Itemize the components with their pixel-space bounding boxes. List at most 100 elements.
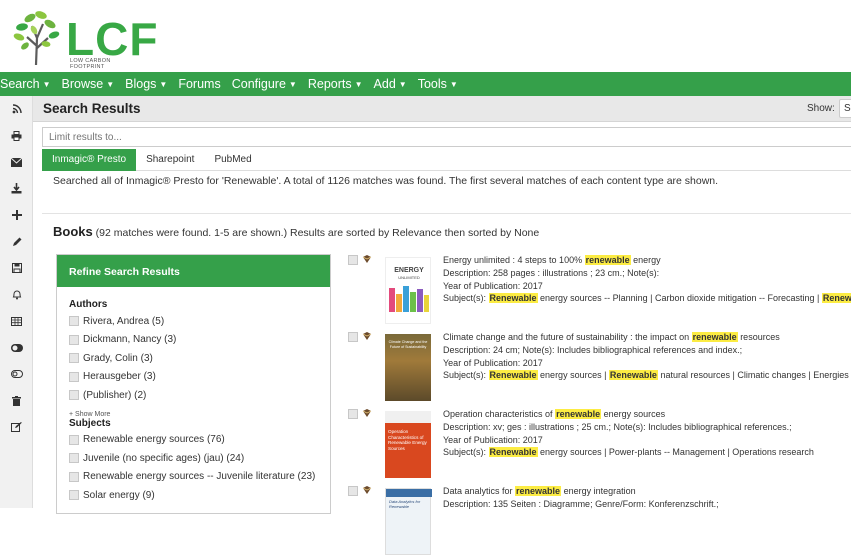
plus-icon[interactable] xyxy=(0,202,33,229)
checkbox[interactable] xyxy=(69,334,79,345)
nav-add[interactable]: Add ▼ xyxy=(374,77,407,91)
title-text: energy xyxy=(630,255,661,265)
subject-facet-item[interactable]: Solar energy (9) xyxy=(69,486,330,505)
title-text: Energy unlimited : 4 steps to 100% xyxy=(443,255,585,265)
print-icon[interactable] xyxy=(0,123,33,150)
save-icon[interactable] xyxy=(0,255,33,282)
result-year: Year of Publication: 2017 xyxy=(443,357,543,368)
title-text: resources xyxy=(737,332,780,342)
book-cover[interactable]: Operation Characteristics of Renewable E… xyxy=(385,411,431,478)
author-facet-item[interactable]: (Publisher) (2) xyxy=(69,386,330,405)
book-cover[interactable]: Climate Change and the Future of Sustain… xyxy=(385,334,431,401)
checkbox[interactable] xyxy=(69,371,79,382)
tab-pubmed[interactable]: PubMed xyxy=(204,149,261,171)
lcf-logo[interactable]: LCF LOW CARBON FOOTPRINT xyxy=(10,8,157,70)
nav-tools[interactable]: Tools ▼ xyxy=(418,77,458,91)
email-icon[interactable] xyxy=(0,149,33,176)
result-subjects: Subject(s): Renewable energy sources | R… xyxy=(443,369,851,382)
header: LCF LOW CARBON FOOTPRINT xyxy=(0,0,851,72)
subject-facet-item[interactable]: Renewable energy sources -- Juvenile lit… xyxy=(69,468,330,487)
main-navbar: Search ▼ Browse ▼ Blogs ▼ Forums Configure ▼… xyxy=(0,72,851,96)
show-select[interactable]: Su xyxy=(839,99,851,118)
show-label: Show: xyxy=(807,103,835,114)
title-text: energy sources xyxy=(601,409,666,419)
result-checkbox[interactable] xyxy=(348,332,358,342)
highlight: renewable xyxy=(555,409,602,419)
highlight: Renewable xyxy=(821,293,851,304)
checkbox[interactable] xyxy=(69,434,79,445)
result-checkbox[interactable] xyxy=(348,409,358,419)
cover-title: Operation Characteristics of Renewable E… xyxy=(388,429,427,451)
toggle-off-icon[interactable] xyxy=(0,361,33,388)
subject-facet-item[interactable]: Renewable energy sources (76) xyxy=(69,431,330,450)
facet-label: Solar energy (9) xyxy=(83,489,155,501)
nav-reports[interactable]: Reports ▼ xyxy=(308,77,363,91)
cover-title: Climate Change and the Future of Sustain… xyxy=(388,340,428,349)
trash-icon[interactable] xyxy=(0,388,33,415)
highlight: Renewable xyxy=(488,293,538,304)
tab-sharepoint[interactable]: Sharepoint xyxy=(136,149,204,171)
subject-facet-item[interactable]: Juvenile (no specific ages) (jau) (24) xyxy=(69,449,330,468)
checkbox[interactable] xyxy=(69,353,79,364)
nav-label: Reports xyxy=(307,77,352,91)
highlight: Renewable xyxy=(488,370,538,381)
book-type-icon xyxy=(362,486,372,494)
checkbox[interactable] xyxy=(69,453,79,464)
tab-inmagic-presto[interactable]: Inmagic® Presto xyxy=(42,149,137,171)
author-facet-item[interactable]: Rivera, Andrea (5) xyxy=(69,312,330,331)
author-facet-item[interactable]: Herausgeber (3) xyxy=(69,368,330,387)
facet-label: Grady, Colin (3) xyxy=(83,352,153,364)
book-cover[interactable]: ENERGY UNLIMITED xyxy=(385,257,431,324)
author-facet-item[interactable]: Grady, Colin (3) xyxy=(69,349,330,368)
pencil-icon[interactable] xyxy=(0,229,33,256)
title-text: energy integration xyxy=(561,486,636,496)
subject-text: natural resources | Climatic changes | E… xyxy=(657,370,851,381)
facet-label: (Publisher) (2) xyxy=(83,389,147,401)
nav-search[interactable]: Search ▼ xyxy=(0,77,51,91)
limit-results-input[interactable] xyxy=(42,127,851,147)
books-title: Books xyxy=(53,224,93,239)
rss-icon[interactable] xyxy=(0,96,33,123)
highlight: renewable xyxy=(515,486,562,496)
checkbox[interactable] xyxy=(69,471,79,482)
page-title: Search Results xyxy=(43,101,141,116)
checkbox[interactable] xyxy=(69,490,79,501)
result-subjects: Subject(s): Renewable energy sources -- … xyxy=(443,292,851,305)
bell-icon[interactable] xyxy=(0,282,33,309)
result-checkbox[interactable] xyxy=(348,255,358,265)
subject-text: Subject(s): xyxy=(443,293,489,304)
result-title[interactable]: Data analytics for renewable energy inte… xyxy=(443,485,851,498)
facet-label: Renewable energy sources (76) xyxy=(83,434,225,446)
result-title[interactable]: Operation characteristics of renewable e… xyxy=(443,408,851,421)
caret-down-icon: ▼ xyxy=(106,79,115,89)
highlight: renewable xyxy=(691,332,738,342)
caret-down-icon: ▼ xyxy=(159,79,168,89)
nav-browse[interactable]: Browse ▼ xyxy=(62,77,115,91)
download-icon[interactable] xyxy=(0,176,33,203)
result-title[interactable]: Energy unlimited : 4 steps to 100% renew… xyxy=(443,254,851,267)
facet-label: Rivera, Andrea (5) xyxy=(83,315,165,327)
caret-down-icon: ▼ xyxy=(449,79,458,89)
edit-note-icon[interactable] xyxy=(0,414,33,441)
checkbox[interactable] xyxy=(69,316,79,327)
author-facet-item[interactable]: Dickmann, Nancy (3) xyxy=(69,331,330,350)
table-icon[interactable] xyxy=(0,308,33,335)
caret-down-icon: ▼ xyxy=(42,79,51,89)
nav-label: Forums xyxy=(178,77,221,91)
checkbox[interactable] xyxy=(69,390,79,401)
nav-label: Search xyxy=(0,77,40,91)
nav-forums[interactable]: Forums xyxy=(178,77,220,91)
nav-label: Tools xyxy=(417,77,447,91)
result-item: ENERGY UNLIMITED Energy unlimited : 4 st… xyxy=(346,252,851,329)
show-more-link[interactable]: + Show More xyxy=(69,411,330,418)
nav-configure[interactable]: Configure ▼ xyxy=(232,77,297,91)
refine-panel: Refine Search Results Authors Rivera, An… xyxy=(56,254,331,514)
toggle-on-icon[interactable] xyxy=(0,335,33,362)
authors-facet-title: Authors xyxy=(69,299,108,310)
result-subjects: Subject(s): Renewable energy sources | P… xyxy=(443,446,851,459)
subject-text: energy sources | xyxy=(537,370,609,381)
result-title[interactable]: Climate change and the future of sustain… xyxy=(443,331,851,344)
result-checkbox[interactable] xyxy=(348,486,358,496)
book-cover[interactable]: Data Analytics for Renewable xyxy=(385,488,432,555)
nav-blogs[interactable]: Blogs ▼ xyxy=(125,77,167,91)
